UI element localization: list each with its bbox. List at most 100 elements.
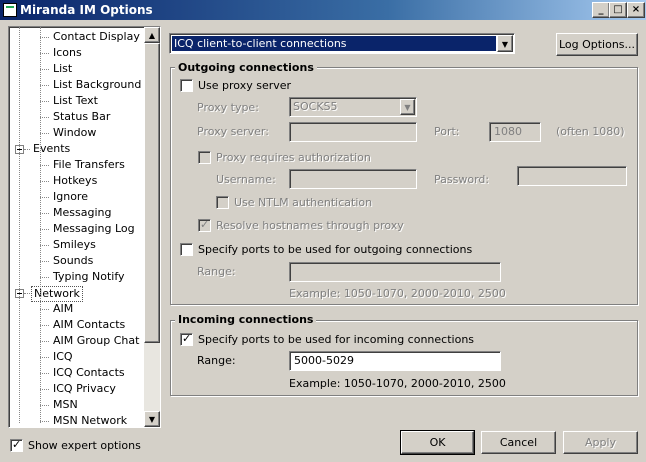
tree-item[interactable]: ICQ	[51, 349, 75, 365]
app-icon	[3, 3, 17, 17]
title-bar[interactable]: Miranda IM Options _ □ ×	[0, 0, 646, 20]
resolve-label: Resolve hostnames through proxy	[216, 219, 404, 232]
proxy-type-label: Proxy type:	[197, 101, 259, 114]
tree-item[interactable]: ICQ Privacy	[51, 381, 118, 397]
ok-button[interactable]: OK	[400, 430, 475, 455]
tree-item[interactable]: List Text	[51, 93, 100, 109]
show-expert-checkbox[interactable]: ✓	[10, 438, 23, 452]
connection-select[interactable]: ICQ client-to-client connections ▼	[169, 33, 515, 54]
username-input[interactable]	[289, 169, 417, 189]
cancel-button[interactable]: Cancel	[481, 431, 556, 454]
tree-item[interactable]: ICQ Contacts	[51, 365, 127, 381]
tree-item[interactable]: Network	[31, 286, 83, 302]
tree-item[interactable]: Contact Display	[51, 29, 142, 45]
ntlm-label: Use NTLM authentication	[234, 196, 373, 209]
tree-connector	[40, 309, 49, 310]
port-input[interactable]: 1080	[489, 122, 541, 142]
tree-connector	[24, 293, 30, 294]
minimize-button[interactable]: _	[592, 2, 610, 18]
tree-connector	[40, 357, 49, 358]
incoming-example: Example: 1050-1070, 2000-2010, 2500	[289, 377, 506, 390]
tree-connector	[40, 261, 49, 262]
outgoing-range-label: Range:	[197, 265, 236, 278]
tree-item[interactable]: Sounds	[51, 253, 95, 269]
tree-connector	[40, 37, 49, 38]
tree-item[interactable]: List	[51, 61, 74, 77]
tree-connector	[40, 117, 49, 118]
tree-connector	[40, 421, 49, 422]
proxy-server-label: Proxy server:	[197, 125, 269, 138]
tree-connector	[40, 53, 49, 54]
tree-item[interactable]: AIM Contacts	[51, 317, 127, 333]
apply-button[interactable]: Apply	[563, 431, 638, 454]
tree-item[interactable]: File Transfers	[51, 157, 127, 173]
window-title: Miranda IM Options	[20, 3, 153, 17]
outgoing-title: Outgoing connections	[175, 61, 317, 74]
tree-item[interactable]: Icons	[51, 45, 84, 61]
tree-connector	[40, 165, 49, 166]
tree-connector	[40, 389, 49, 390]
password-label: Password:	[434, 173, 490, 186]
incoming-range-label: Range:	[197, 354, 236, 367]
tree-scrollbar[interactable]: ▲ ▼	[144, 27, 160, 427]
ntlm-checkbox[interactable]	[216, 196, 229, 209]
tree-connector	[24, 149, 30, 150]
tree-item[interactable]: List Background	[51, 77, 143, 93]
tree-connector	[40, 27, 41, 423]
tree-connector	[40, 325, 49, 326]
requires-auth-checkbox[interactable]	[198, 151, 211, 164]
tree-item[interactable]: Smileys	[51, 237, 98, 253]
use-proxy-checkbox[interactable]	[180, 79, 193, 92]
outgoing-range-input[interactable]	[289, 262, 501, 282]
tree-item[interactable]: AIM Group Chat	[51, 333, 141, 349]
tree-item[interactable]: Messaging Log	[51, 221, 137, 237]
tree-connector	[40, 277, 49, 278]
tree-item[interactable]: Events	[31, 141, 72, 157]
port-hint: (often 1080)	[556, 125, 625, 138]
tree-connector	[40, 197, 49, 198]
tree-connector	[40, 229, 49, 230]
scroll-up-button[interactable]: ▲	[144, 27, 160, 43]
tree-connector	[40, 373, 49, 374]
proxy-server-input[interactable]	[289, 122, 417, 142]
proxy-type-select[interactable]: SOCKS5 ▼	[289, 97, 417, 117]
tree-item[interactable]: AIM	[51, 301, 75, 317]
tree-item[interactable]: Status Bar	[51, 109, 112, 125]
close-button[interactable]: ×	[627, 2, 645, 18]
incoming-ports-label: Specify ports to be used for incoming co…	[198, 333, 475, 346]
chevron-down-icon[interactable]: ▼	[400, 99, 415, 115]
tree-connector	[40, 245, 49, 246]
tree-connector	[40, 405, 49, 406]
tree-connector	[40, 181, 49, 182]
tree-item[interactable]: Hotkeys	[51, 173, 99, 189]
chevron-down-icon[interactable]: ▼	[497, 35, 513, 52]
options-tree[interactable]: Contact Display Icons List List Background L…	[8, 26, 161, 428]
tree-item[interactable]: MSN	[51, 397, 80, 413]
incoming-range-input[interactable]: 5000-5029	[289, 351, 501, 371]
outgoing-ports-checkbox[interactable]	[180, 243, 193, 256]
tree-connector	[19, 27, 20, 423]
scroll-down-button[interactable]: ▼	[144, 411, 160, 427]
proxy-type-value: SOCKS5	[293, 100, 338, 113]
tree-connector	[40, 133, 49, 134]
resolve-checkbox[interactable]: ✓	[198, 218, 211, 232]
tree-item[interactable]: Typing Notify	[51, 269, 127, 285]
outgoing-example: Example: 1050-1070, 2000-2010, 2500	[289, 287, 506, 300]
tree-connector	[40, 69, 49, 70]
incoming-ports-checkbox[interactable]: ✓	[180, 332, 193, 346]
log-options-button[interactable]: Log Options...	[556, 33, 638, 56]
scroll-thumb[interactable]	[144, 43, 160, 343]
tree-item[interactable]: Window	[51, 125, 98, 141]
tree-item[interactable]: MSN Network	[51, 413, 129, 429]
requires-auth-label: Proxy requires authorization	[216, 151, 371, 164]
maximize-button[interactable]: □	[609, 2, 627, 18]
port-label: Port:	[434, 125, 460, 138]
username-label: Username:	[216, 173, 276, 186]
tree-connector	[40, 341, 49, 342]
connection-select-value: ICQ client-to-client connections	[172, 36, 496, 51]
tree-item[interactable]: Ignore	[51, 189, 90, 205]
outgoing-ports-label: Specify ports to be used for outgoing co…	[198, 243, 473, 256]
tree-connector	[40, 213, 49, 214]
password-input[interactable]	[517, 166, 627, 186]
tree-item[interactable]: Messaging	[51, 205, 113, 221]
